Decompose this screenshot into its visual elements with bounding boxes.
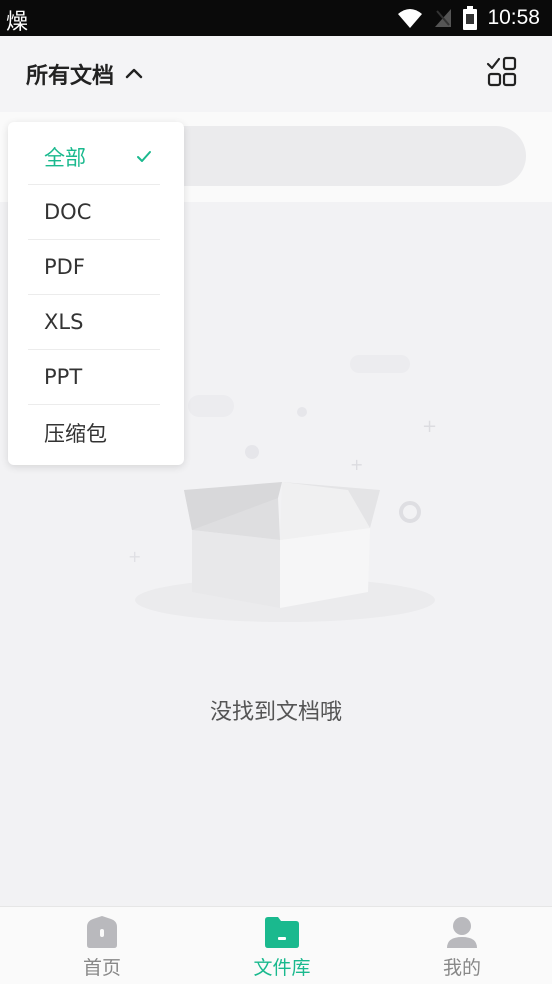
- status-bar: 燥 10:58: [0, 0, 552, 36]
- page-title: 所有文档: [26, 64, 115, 89]
- nav-item-library[interactable]: 文件库: [222, 915, 342, 980]
- wifi-icon: [398, 9, 423, 28]
- status-time: 10:58: [487, 6, 540, 29]
- dropdown-item-label: XLS: [44, 310, 84, 334]
- dropdown-item-label: DOC: [44, 200, 92, 224]
- dropdown-item-label: 全部: [44, 146, 86, 170]
- nav-item-profile[interactable]: 我的: [402, 915, 522, 980]
- dropdown-item-all[interactable]: 全部: [28, 130, 160, 185]
- signal-off-icon: [435, 9, 452, 27]
- dropdown-item-doc[interactable]: DOC: [28, 185, 160, 240]
- check-icon: [137, 151, 151, 162]
- home-icon: [87, 916, 117, 948]
- svg-text:+: +: [422, 416, 437, 437]
- nav-label: 文件库: [253, 957, 311, 979]
- dropdown-item-ppt[interactable]: PPT: [28, 350, 160, 405]
- profile-icon: [447, 917, 477, 948]
- status-right: 10:58: [397, 4, 540, 32]
- dropdown-item-archive[interactable]: 压缩包: [28, 405, 160, 460]
- dropdown-item-xls[interactable]: XLS: [28, 295, 160, 350]
- header: 所有文档: [0, 36, 552, 112]
- nav-label: 我的: [442, 957, 481, 979]
- battery-icon: [463, 6, 478, 30]
- empty-state-message: 没找到文档哦: [209, 700, 342, 725]
- dropdown-item-label: PPT: [44, 365, 83, 389]
- bottom-nav: 首页 文件库 我的: [0, 906, 552, 984]
- dropdown-item-label: PDF: [44, 255, 85, 279]
- dropdown-item-label: 压缩包: [44, 421, 107, 446]
- nav-item-home[interactable]: 首页: [42, 915, 162, 980]
- chevron-up-icon: [125, 68, 143, 79]
- svg-text:+: +: [350, 455, 363, 474]
- document-filter-toggle[interactable]: 所有文档: [26, 58, 144, 90]
- nav-label: 首页: [82, 957, 121, 979]
- grid-select-icon[interactable]: [486, 56, 518, 88]
- dropdown-item-pdf[interactable]: PDF: [28, 240, 160, 295]
- svg-text:+: +: [128, 547, 141, 566]
- document-type-dropdown: 全部 DOC PDF XLS PPT 压缩包: [8, 122, 184, 465]
- status-left-glyph: 燥: [6, 10, 29, 35]
- folder-icon: [265, 917, 299, 948]
